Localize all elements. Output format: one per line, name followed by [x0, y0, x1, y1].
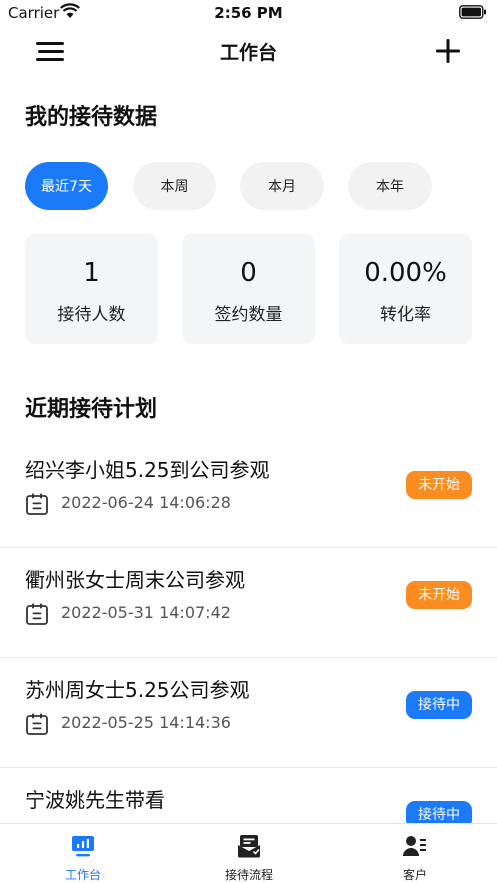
calendar-icon: [26, 603, 48, 625]
plan-item[interactable]: 衢州张女士周末公司参观 2022-05-31 14:07:42 未开始: [0, 548, 497, 658]
stat-value: 1: [83, 258, 100, 288]
filter-last-7-days[interactable]: 最近7天: [25, 162, 108, 210]
plan-item[interactable]: 苏州周女士5.25公司参观 2022-05-25 14:14:36 接待中: [0, 658, 497, 768]
plan-date: 2022-06-24 14:06:28: [61, 493, 231, 512]
status-time: 2:56 PM: [214, 4, 283, 22]
stat-value: 0.00%: [364, 258, 447, 288]
add-button[interactable]: [433, 36, 463, 66]
status-badge: 接待中: [406, 691, 472, 719]
menu-icon: [36, 42, 64, 61]
filter-this-year[interactable]: 本年: [348, 162, 432, 210]
stat-label: 接待人数: [57, 305, 126, 325]
status-badge: 未开始: [406, 471, 472, 499]
calendar-icon: [26, 493, 48, 515]
stat-value: 0: [240, 258, 257, 288]
tab-reception-process[interactable]: 接待流程: [166, 824, 332, 883]
stat-card-reception-count: 1 接待人数: [25, 234, 158, 344]
tab-workbench[interactable]: 工作台: [0, 824, 166, 883]
stat-label: 转化率: [380, 305, 431, 325]
plans-section-title: 近期接待计划: [25, 397, 158, 422]
reception-section-title: 我的接待数据: [25, 105, 158, 130]
dashboard-icon: [72, 836, 94, 857]
process-icon: [238, 835, 260, 858]
plan-item[interactable]: 绍兴李小姐5.25到公司参观 2022-06-24 14:06:28 未开始: [0, 438, 497, 548]
plus-icon: [436, 39, 460, 63]
page-title: 工作台: [219, 42, 277, 64]
stat-label: 签约数量: [214, 305, 283, 325]
plan-date: 2022-05-25 14:14:36: [61, 713, 231, 732]
status-badge: 未开始: [406, 581, 472, 609]
plan-title: 衢州张女士周末公司参观: [25, 568, 245, 592]
stat-card-signed-count: 0 签约数量: [182, 234, 315, 344]
plan-title: 苏州周女士5.25公司参观: [25, 678, 250, 702]
plan-title: 绍兴李小姐5.25到公司参观: [25, 458, 270, 482]
tab-bar: 工作台 接待流程 客户: [0, 823, 497, 883]
menu-button[interactable]: [30, 36, 70, 66]
plan-title: 宁波姚先生带看: [25, 788, 165, 812]
filter-this-week[interactable]: 本周: [133, 162, 216, 210]
tab-customer[interactable]: 客户: [332, 824, 497, 883]
tab-label: 接待流程: [224, 868, 273, 882]
calendar-icon: [26, 713, 48, 735]
nav-bar: 工作台: [0, 26, 497, 76]
filter-this-month[interactable]: 本月: [240, 162, 324, 210]
plan-date: 2022-05-31 14:07:42: [61, 603, 231, 622]
customer-icon: [403, 836, 426, 856]
tab-label: 客户: [402, 868, 427, 882]
battery-icon: [459, 5, 486, 19]
stat-card-conversion-rate: 0.00% 转化率: [339, 234, 472, 344]
tab-label: 工作台: [64, 868, 101, 882]
status-bar: Carrier 2:56 PM: [0, 0, 497, 26]
period-filter-group: 最近7天 本周 本月 本年: [25, 162, 445, 210]
